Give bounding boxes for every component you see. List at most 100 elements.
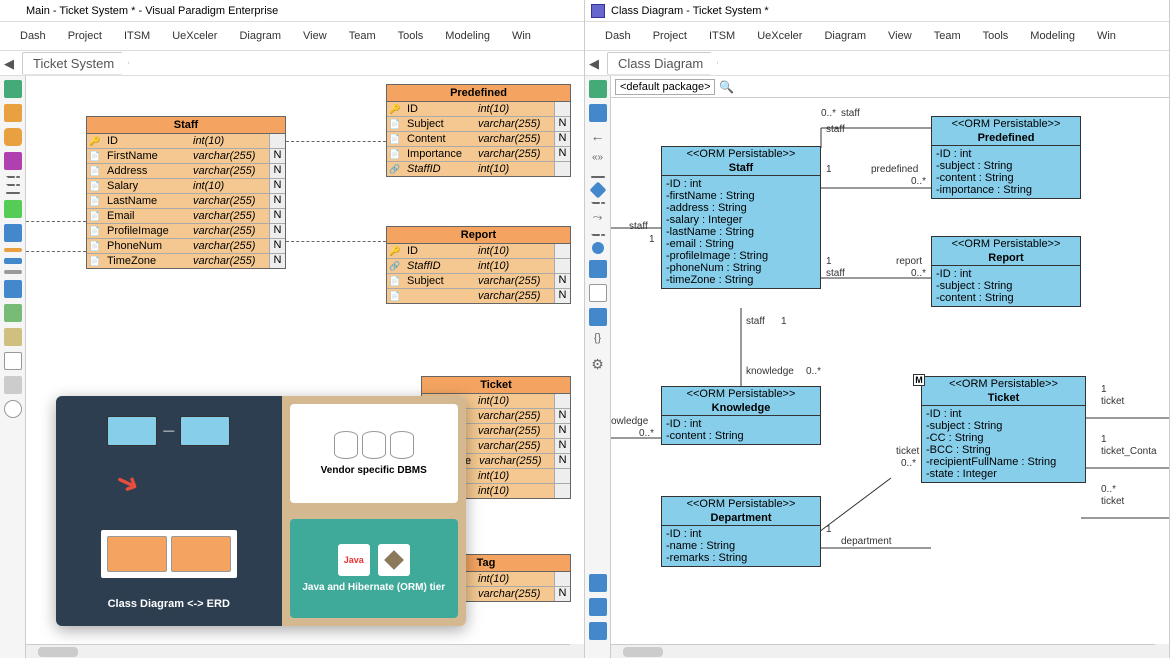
pal-dep-icon[interactable] bbox=[591, 202, 605, 204]
left-tab[interactable]: Main - Ticket System * - Visual Paradigm… bbox=[0, 0, 584, 22]
pal-text-icon[interactable]: «» bbox=[589, 152, 607, 170]
pal-line-icon[interactable] bbox=[6, 192, 20, 194]
pal-gear-icon[interactable]: ⚙ bbox=[589, 356, 607, 374]
menu-uexceler[interactable]: UeXceler bbox=[757, 30, 802, 42]
pal-braces-icon[interactable]: {} bbox=[589, 332, 607, 350]
search-icon[interactable]: 🔍 bbox=[719, 80, 734, 94]
right-canvas[interactable]: 🔍 <<ORM Pers bbox=[611, 76, 1169, 658]
uml-knowledge[interactable]: <<ORM Persistable>> Knowledge -ID : int-… bbox=[661, 386, 821, 445]
overlay-orm-label: Java and Hibernate (ORM) tier bbox=[302, 582, 445, 593]
overlay-left: — ➜ Class Diagram <-> ERD bbox=[56, 396, 282, 626]
package-input[interactable] bbox=[615, 79, 715, 95]
pal-class-icon[interactable] bbox=[589, 104, 607, 122]
left-scroll-corner bbox=[570, 644, 584, 658]
app-root: Main - Ticket System * - Visual Paradigm… bbox=[0, 0, 1170, 658]
pal-table-icon[interactable] bbox=[4, 128, 22, 146]
pal-arrow2-icon[interactable]: ⤳ bbox=[589, 210, 607, 228]
menu-team[interactable]: Team bbox=[934, 30, 961, 42]
bc-back-icon[interactable]: ◀ bbox=[4, 56, 18, 70]
menu-tools[interactable]: Tools bbox=[398, 30, 424, 42]
pal-blue-icon[interactable] bbox=[4, 224, 22, 242]
pal-bar-icon[interactable] bbox=[4, 248, 22, 252]
bc-back-icon[interactable]: ◀ bbox=[589, 56, 603, 70]
erd-predefined-title: Predefined bbox=[387, 85, 570, 102]
erd-report-title: Report bbox=[387, 227, 570, 244]
uml-report[interactable]: <<ORM Persistable>> Report -ID : int-sub… bbox=[931, 236, 1081, 307]
pal-run-icon[interactable] bbox=[589, 80, 607, 98]
bc-item[interactable]: Ticket System bbox=[22, 52, 129, 75]
pal-folder2-icon[interactable] bbox=[589, 598, 607, 616]
pal-ball-icon[interactable] bbox=[592, 242, 604, 254]
left-palette bbox=[0, 76, 26, 658]
pal-misc-icon[interactable] bbox=[4, 280, 22, 298]
right-work: ← «» ⤳ {} ⚙ 🔍 bbox=[585, 76, 1169, 658]
right-tab[interactable]: Class Diagram - Ticket System * bbox=[585, 0, 1169, 22]
menu-window[interactable]: Win bbox=[512, 30, 531, 42]
pal-gray-icon[interactable] bbox=[4, 376, 22, 394]
menu-team[interactable]: Team bbox=[349, 30, 376, 42]
menu-modeling[interactable]: Modeling bbox=[445, 30, 490, 42]
pal-note-icon[interactable] bbox=[4, 328, 22, 346]
menu-uexceler[interactable]: UeXceler bbox=[172, 30, 217, 42]
package-bar: 🔍 bbox=[611, 76, 1169, 98]
pal-run-icon[interactable] bbox=[4, 80, 22, 98]
pal-window-icon[interactable] bbox=[589, 622, 607, 640]
overlay-dbms-label: Vendor specific DBMS bbox=[321, 465, 427, 476]
menu-diagram[interactable]: Diagram bbox=[239, 30, 281, 42]
left-breadcrumb: ◀ Ticket System bbox=[0, 50, 584, 76]
menu-window[interactable]: Win bbox=[1097, 30, 1116, 42]
pal-bar3-icon[interactable] bbox=[4, 270, 22, 274]
erd-staff[interactable]: Staff 🔑IDint(10) 📄FirstNamevarchar(255)N… bbox=[86, 116, 286, 269]
pal-pkg-icon[interactable] bbox=[589, 260, 607, 278]
menu-project[interactable]: Project bbox=[68, 30, 102, 42]
uml-department[interactable]: <<ORM Persistable>> Department -ID : int… bbox=[661, 496, 821, 567]
menu-itsm[interactable]: ITSM bbox=[709, 30, 735, 42]
menu-modeling[interactable]: Modeling bbox=[1030, 30, 1075, 42]
right-breadcrumb: ◀ Class Diagram bbox=[585, 50, 1169, 76]
diamond-icon bbox=[6, 4, 20, 18]
right-palette: ← «» ⤳ {} ⚙ bbox=[585, 76, 611, 658]
menu-diagram[interactable]: Diagram bbox=[824, 30, 866, 42]
left-work: Staff 🔑IDint(10) 📄FirstNamevarchar(255)N… bbox=[0, 76, 584, 658]
left-hscroll[interactable] bbox=[26, 644, 570, 658]
uml-ticket[interactable]: <<ORM Persistable>> Ticket -ID : int-sub… bbox=[921, 376, 1086, 483]
menu-itsm[interactable]: ITSM bbox=[124, 30, 150, 42]
overlay-tooltip: — ➜ Class Diagram <-> ERD Vendor specifi… bbox=[56, 396, 466, 626]
menu-dash[interactable]: Dash bbox=[20, 30, 46, 42]
left-canvas[interactable]: Staff 🔑IDint(10) 📄FirstNamevarchar(255)N… bbox=[26, 76, 584, 658]
uml-predefined[interactable]: <<ORM Persistable>> Predefined -ID : int… bbox=[931, 116, 1081, 199]
pal-entity-icon[interactable] bbox=[4, 104, 22, 122]
class-diagram-icon bbox=[591, 4, 605, 18]
pal-diamond-icon[interactable] bbox=[589, 182, 606, 199]
uml-staff-attrs: -ID : int-firstName : String-address : S… bbox=[662, 176, 820, 288]
right-hscroll[interactable] bbox=[611, 644, 1155, 658]
pal-comp-icon[interactable] bbox=[589, 308, 607, 326]
overlay-orm-panel: Java Java and Hibernate (ORM) tier bbox=[290, 519, 459, 618]
bc-item[interactable]: Class Diagram bbox=[607, 52, 718, 75]
menu-tools[interactable]: Tools bbox=[983, 30, 1009, 42]
pal-folder-icon[interactable] bbox=[589, 574, 607, 592]
pal-arrow-icon[interactable]: ← bbox=[589, 128, 607, 146]
pal-relation2-icon[interactable] bbox=[6, 184, 20, 186]
overlay-right: Vendor specific DBMS Java Java and Hiber… bbox=[282, 396, 467, 626]
erd-report[interactable]: Report 🔑IDint(10) 🔗StaffIDint(10) 📄Subje… bbox=[386, 226, 571, 304]
pal-bar2-icon[interactable] bbox=[4, 258, 22, 264]
menu-project[interactable]: Project bbox=[653, 30, 687, 42]
right-title: Class Diagram - Ticket System * bbox=[611, 5, 769, 17]
pal-dash-icon[interactable] bbox=[591, 234, 605, 236]
uml-staff[interactable]: <<ORM Persistable>> Staff -ID : int-firs… bbox=[661, 146, 821, 289]
pal-view-icon[interactable] bbox=[4, 152, 22, 170]
pal-green-icon[interactable] bbox=[4, 200, 22, 218]
left-menubar: Dash Project ITSM UeXceler Diagram View … bbox=[0, 22, 584, 50]
menu-view[interactable]: View bbox=[888, 30, 912, 42]
erd-predefined[interactable]: Predefined 🔑IDint(10) 📄Subjectvarchar(25… bbox=[386, 84, 571, 177]
menu-dash[interactable]: Dash bbox=[605, 30, 631, 42]
pal-misc2-icon[interactable] bbox=[4, 304, 22, 322]
pal-relation-icon[interactable] bbox=[6, 176, 20, 178]
pal-assoc-icon[interactable] bbox=[591, 176, 605, 178]
pal-rect-icon[interactable] bbox=[4, 352, 22, 370]
pal-circle-icon[interactable] bbox=[4, 400, 22, 418]
menu-view[interactable]: View bbox=[303, 30, 327, 42]
overlay-dbms-panel: Vendor specific DBMS bbox=[290, 404, 459, 503]
pal-frame-icon[interactable] bbox=[589, 284, 607, 302]
